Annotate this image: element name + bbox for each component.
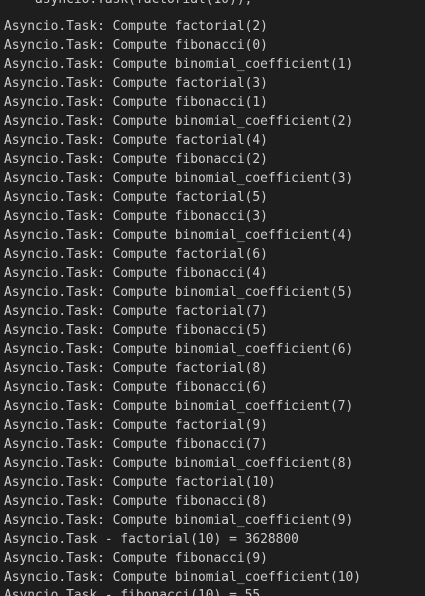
output-line: Asyncio.Task: Compute factorial(2) [4, 19, 268, 34]
output-line: Asyncio.Task: Compute binomial_coefficie… [4, 342, 354, 357]
output-line: Asyncio.Task: Compute fibonacci(0) [4, 38, 268, 53]
output-line: Asyncio.Task: Compute fibonacci(1) [4, 95, 268, 110]
output-line: Asyncio.Task: Compute factorial(6) [4, 247, 268, 262]
output-line: Asyncio.Task: Compute factorial(9) [4, 418, 268, 433]
output-line: Asyncio.Task: Compute factorial(10) [4, 475, 276, 490]
output-line: Asyncio.Task: Compute fibonacci(4) [4, 266, 268, 281]
output-line: Asyncio.Task: Compute factorial(4) [4, 133, 268, 148]
output-line: Asyncio.Task - factorial(10) = 3628800 [4, 532, 299, 547]
output-line: Asyncio.Task: Compute fibonacci(9) [4, 551, 268, 566]
output-line: Asyncio.Task: Compute fibonacci(6) [4, 380, 268, 395]
output-line: Asyncio.Task: Compute factorial(3) [4, 76, 268, 91]
output-line: Asyncio.Task: Compute binomial_coefficie… [4, 456, 354, 471]
output-line: Asyncio.Task: Compute binomial_coefficie… [4, 285, 354, 300]
output-line: Asyncio.Task: Compute fibonacci(3) [4, 209, 268, 224]
output-line: Asyncio.Task: Compute binomial_coefficie… [4, 399, 354, 414]
output-line: Asyncio.Task: Compute binomial_coefficie… [4, 171, 354, 186]
output-line: Asyncio.Task: Compute factorial(8) [4, 361, 268, 376]
output-line: Asyncio.Task: Compute fibonacci(2) [4, 152, 268, 167]
output-line: Asyncio.Task: Compute factorial(5) [4, 190, 268, 205]
terminal-output: asyncio.Task(factorial(10)), Asyncio.Tas… [0, 0, 425, 596]
output-line: Asyncio.Task: Compute fibonacci(5) [4, 323, 268, 338]
output-line: Asyncio.Task: Compute fibonacci(8) [4, 494, 268, 509]
output-line: Asyncio.Task - fibonacci(10) = 55 [4, 588, 261, 596]
output-line: Asyncio.Task: Compute factorial(7) [4, 304, 268, 319]
output-line: Asyncio.Task: Compute binomial_coefficie… [4, 57, 354, 72]
output-line: Asyncio.Task: Compute binomial_coefficie… [4, 114, 354, 129]
output-line: Asyncio.Task: Compute binomial_coefficie… [4, 570, 361, 585]
output-line: Asyncio.Task: Compute binomial_coefficie… [4, 228, 354, 243]
output-line: asyncio.Task(factorial(10)), [4, 0, 252, 9]
output-line: Asyncio.Task: Compute fibonacci(7) [4, 437, 268, 452]
output-line: Asyncio.Task: Compute binomial_coefficie… [4, 513, 354, 528]
